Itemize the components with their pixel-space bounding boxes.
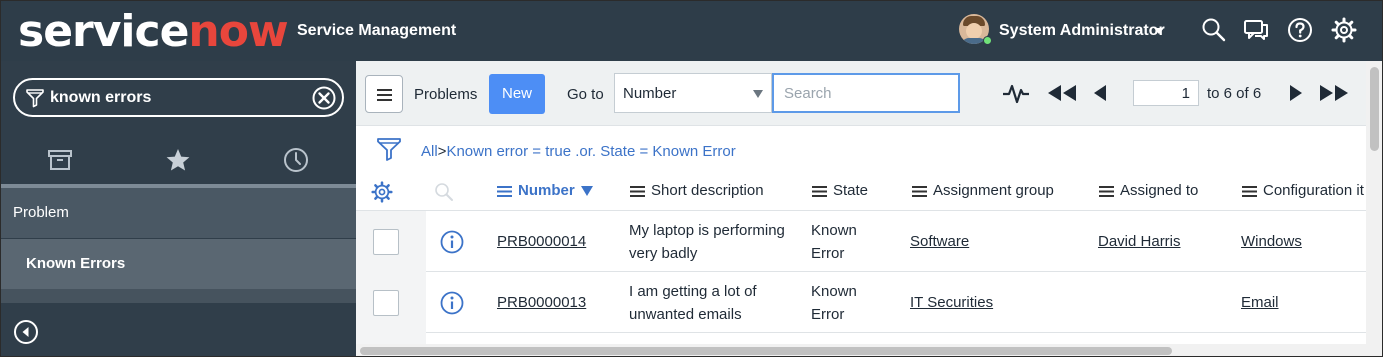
configuration-item-link[interactable]: Windows	[1241, 230, 1302, 253]
user-menu-name[interactable]: System Administrator	[999, 22, 1165, 40]
filter-icon[interactable]	[376, 136, 402, 162]
column-label: Configuration it	[1263, 182, 1364, 199]
servicenow-logo[interactable]: servicenow	[18, 6, 289, 57]
column-label: Short description	[651, 182, 764, 199]
application-navigator: known errors Problem Known Errors	[1, 61, 356, 356]
table-row	[356, 333, 1366, 344]
assigned-to-link[interactable]: David Harris	[1098, 230, 1181, 253]
star-icon[interactable]	[165, 147, 191, 173]
vertical-scrollbar[interactable]	[1366, 61, 1382, 356]
state-line: Known	[811, 222, 857, 239]
search-input[interactable]	[772, 73, 960, 113]
column-label: Assigned to	[1120, 182, 1199, 199]
state-line: Known	[811, 283, 857, 300]
goto-field-select[interactable]: Number	[614, 73, 772, 113]
short-description-line: very badly	[629, 245, 698, 262]
chat-icon[interactable]	[1243, 17, 1269, 43]
state-line: Error	[811, 245, 845, 262]
column-header-short-description[interactable]: Short description	[630, 182, 764, 199]
scrollbar-thumb[interactable]	[360, 347, 1172, 355]
short-description-line: I am getting a lot of	[629, 283, 757, 300]
list-title: Problems	[414, 86, 478, 103]
nav-item-known-errors[interactable]: Known Errors	[1, 239, 356, 289]
list-content: Problems New Go to Number 1 to 6 of 6	[356, 61, 1382, 356]
table-row: PRB0000014 My laptop is performing very …	[356, 211, 1366, 272]
dropdown-arrow-icon	[753, 90, 763, 98]
chevron-down-icon[interactable]	[1154, 28, 1164, 34]
navigator-filter-input[interactable]: known errors	[13, 78, 344, 117]
last-page-icon[interactable]	[1318, 81, 1350, 105]
column-label: State	[833, 182, 869, 199]
page-number-input[interactable]: 1	[1133, 80, 1199, 106]
list-header-row: Number Short description State Assignmen…	[356, 173, 1366, 211]
state-line: Error	[811, 306, 845, 323]
column-header-state[interactable]: State	[812, 182, 868, 199]
app-frame: servicenow Service Management System Adm…	[0, 0, 1383, 357]
column-header-number[interactable]: Number	[497, 182, 593, 199]
nav-item-label: Known Errors	[26, 255, 126, 272]
column-header-assigned-to[interactable]: Assigned to	[1099, 182, 1198, 199]
new-button[interactable]: New	[489, 74, 545, 114]
breadcrumb-text: All>Known error = true .or. State = Know…	[421, 143, 736, 160]
next-page-icon[interactable]	[1288, 81, 1304, 105]
short-description-line: My laptop is performing	[629, 222, 785, 239]
scrollbar-thumb[interactable]	[1370, 67, 1379, 151]
nav-divider	[1, 289, 356, 303]
collapse-navigator-icon[interactable]	[13, 319, 39, 345]
problem-number-link[interactable]: PRB0000013	[497, 291, 586, 314]
goto-field-value: Number	[623, 85, 677, 102]
page-range: to 6 of 6	[1207, 85, 1262, 102]
product-name: Service Management	[297, 22, 457, 39]
filter-value: known errors	[50, 89, 152, 106]
previous-page-icon[interactable]	[1092, 81, 1108, 105]
logo-prefix: service	[18, 6, 189, 57]
row-checkbox[interactable]	[373, 229, 399, 255]
column-label: Assignment group	[933, 182, 1054, 199]
first-page-icon[interactable]	[1046, 81, 1078, 105]
nav-module-label: Problem	[13, 204, 69, 221]
horizontal-scrollbar[interactable]	[356, 344, 1366, 356]
sort-descending-icon	[580, 186, 593, 197]
column-header-configuration-item[interactable]: Configuration it	[1242, 182, 1364, 199]
list-toolbar: Problems New Go to Number 1 to 6 of 6	[356, 61, 1382, 126]
column-header-assignment-group[interactable]: Assignment group	[912, 182, 1054, 199]
row-checkbox[interactable]	[373, 290, 399, 316]
search-icon[interactable]	[1201, 17, 1227, 43]
goto-label: Go to	[567, 86, 604, 103]
assignment-group-link[interactable]: Software	[910, 230, 969, 253]
info-icon[interactable]	[440, 291, 464, 315]
list-menu-button[interactable]	[365, 75, 403, 113]
table-row: PRB0000013 I am getting a lot of unwante…	[356, 272, 1366, 333]
filter-icon	[26, 89, 44, 108]
logo-suffix: now	[188, 6, 288, 57]
column-label: Number	[518, 182, 575, 199]
configuration-item-link[interactable]: Email	[1241, 291, 1279, 314]
archive-icon[interactable]	[47, 147, 73, 173]
breadcrumb: All>Known error = true .or. State = Know…	[356, 127, 1366, 173]
clock-icon[interactable]	[283, 147, 309, 173]
nav-module-problem[interactable]: Problem	[1, 188, 356, 238]
gear-icon[interactable]	[1331, 17, 1357, 43]
info-icon[interactable]	[440, 230, 464, 254]
activity-icon[interactable]	[1002, 81, 1030, 105]
navigator-tabs	[1, 133, 356, 185]
column-search-icon[interactable]	[434, 182, 454, 202]
breadcrumb-filter-link[interactable]: Known error = true .or. State = Known Er…	[446, 143, 735, 160]
top-bar: servicenow Service Management System Adm…	[1, 1, 1382, 61]
help-icon[interactable]	[1287, 17, 1313, 43]
presence-indicator	[983, 36, 992, 45]
assignment-group-link[interactable]: IT Securities	[910, 291, 993, 314]
clear-filter-icon[interactable]	[312, 86, 336, 110]
personalize-list-gear-icon[interactable]	[371, 181, 393, 203]
breadcrumb-all-link[interactable]: All	[421, 143, 438, 160]
problem-number-link[interactable]: PRB0000014	[497, 230, 586, 253]
short-description-line: unwanted emails	[629, 306, 742, 323]
